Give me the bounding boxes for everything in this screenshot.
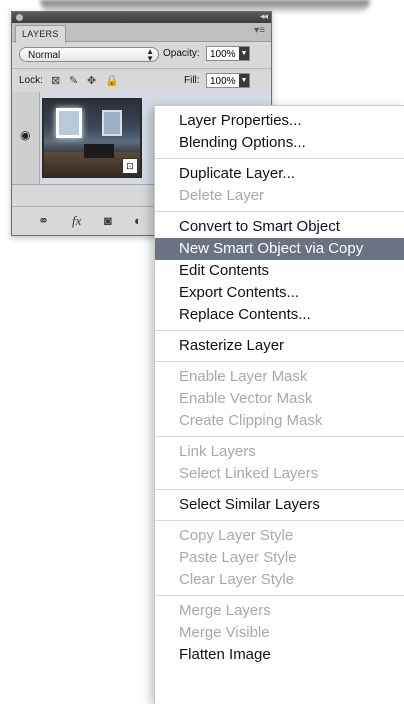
menu-group: Select Similar Layers bbox=[155, 490, 404, 521]
menu-group: Link Layers Select Linked Layers bbox=[155, 437, 404, 490]
fx-icon[interactable]: fx bbox=[72, 213, 81, 229]
opacity-dropdown-icon[interactable]: ▼ bbox=[239, 47, 249, 60]
menu-group: Copy Layer Style Paste Layer Style Clear… bbox=[155, 521, 404, 596]
layer-thumbnail[interactable]: ⊡ bbox=[42, 98, 142, 178]
adjustment-icon[interactable]: ◐ bbox=[134, 213, 142, 228]
menu-item-duplicate-layer[interactable]: Duplicate Layer... bbox=[155, 163, 404, 185]
checkerboard-icon[interactable]: ⊠ bbox=[51, 74, 60, 87]
padlock-icon[interactable]: 🔒 bbox=[105, 74, 119, 87]
opacity-label: Opacity: bbox=[163, 48, 200, 59]
menu-item-merge-visible: Merge Visible bbox=[179, 624, 270, 641]
menu-item-link-layers: Link Layers bbox=[179, 443, 256, 460]
opacity-value: 100% bbox=[210, 49, 236, 60]
brush-icon[interactable]: ✎ bbox=[69, 74, 78, 87]
menu-item-delete-layer: Delete Layer bbox=[179, 187, 265, 204]
thumbnail-window-2 bbox=[102, 110, 122, 136]
mask-icon[interactable]: ◙ bbox=[104, 213, 112, 228]
menu-group: Duplicate Layer... Delete Layer bbox=[155, 159, 404, 212]
menu-group: Rasterize Layer bbox=[155, 331, 404, 362]
panel-tab-row: LAYERS ▾≡ bbox=[12, 23, 271, 43]
menu-item-blending-options[interactable]: Blending Options... bbox=[155, 132, 404, 154]
menu-item-clear-layer-style: Clear Layer Style bbox=[179, 571, 295, 588]
opacity-field[interactable]: 100% ▼ bbox=[206, 46, 250, 61]
fill-value: 100% bbox=[210, 76, 236, 87]
close-dot-icon[interactable] bbox=[16, 14, 23, 21]
menu-group: Enable Layer Mask Enable Vector Mask Cre… bbox=[155, 362, 404, 437]
move-icon[interactable]: ✥ bbox=[87, 74, 96, 87]
menu-group: Layer Properties... Blending Options... bbox=[155, 106, 404, 159]
tab-layers[interactable]: LAYERS bbox=[15, 25, 66, 43]
menu-item-new-smart-object-via-copy[interactable]: New Smart Object via Copy bbox=[155, 238, 404, 260]
menu-item-paste-layer-style: Paste Layer Style bbox=[179, 549, 297, 566]
visibility-toggle[interactable]: ◉ bbox=[12, 92, 40, 184]
collapse-icon[interactable]: ◂◂ bbox=[260, 11, 268, 22]
menu-item-export-contents[interactable]: Export Contents... bbox=[155, 282, 404, 304]
panel-title-bar[interactable]: ◂◂ bbox=[12, 11, 271, 23]
blend-mode-select[interactable]: Normal ▲ ▼ bbox=[19, 47, 159, 63]
lock-fill-row: Lock: ⊠ ✎ ✥ 🔒 Fill: 100% ▼ bbox=[12, 69, 271, 94]
menu-item-edit-contents[interactable]: Edit Contents bbox=[155, 260, 404, 282]
menu-item-enable-layer-mask: Enable Layer Mask bbox=[179, 368, 308, 385]
thumbnail-window bbox=[56, 108, 82, 138]
menu-item-rasterize-layer[interactable]: Rasterize Layer bbox=[155, 335, 404, 357]
lock-label: Lock: bbox=[19, 75, 43, 86]
menu-item-enable-vector-mask: Enable Vector Mask bbox=[179, 390, 313, 407]
panel-menu-icon[interactable]: ▾≡ bbox=[254, 25, 265, 36]
menu-item-select-linked-layers: Select Linked Layers bbox=[179, 465, 319, 482]
menu-item-flatten-image[interactable]: Flatten Image bbox=[155, 644, 404, 666]
menu-group: Merge Layers Merge Visible Flatten Image bbox=[155, 596, 404, 670]
menu-item-select-similar-layers[interactable]: Select Similar Layers bbox=[155, 494, 404, 516]
menu-item-convert-to-smart-object[interactable]: Convert to Smart Object bbox=[155, 216, 404, 238]
eye-icon: ◉ bbox=[20, 128, 31, 142]
fill-field[interactable]: 100% ▼ bbox=[206, 73, 250, 88]
menu-item-layer-properties[interactable]: Layer Properties... bbox=[155, 110, 404, 132]
thumbnail-sofa bbox=[84, 144, 114, 158]
link-icon[interactable]: ⚭ bbox=[38, 213, 49, 229]
menu-item-create-clipping-mask: Create Clipping Mask bbox=[179, 412, 323, 429]
menu-group: Convert to Smart Object New Smart Object… bbox=[155, 212, 404, 331]
menu-item-replace-contents[interactable]: Replace Contents... bbox=[155, 304, 404, 326]
select-arrows-icon: ▲ ▼ bbox=[146, 47, 154, 63]
layer-context-menu: Layer Properties... Blending Options... … bbox=[154, 105, 404, 704]
fill-dropdown-icon[interactable]: ▼ bbox=[239, 74, 249, 87]
menu-item-merge-layers: Merge Layers bbox=[179, 602, 271, 619]
menu-item-copy-layer-style: Copy Layer Style bbox=[179, 527, 294, 544]
blend-opacity-row: Normal ▲ ▼ Opacity: 100% ▼ bbox=[12, 42, 271, 69]
fill-label: Fill: bbox=[184, 75, 200, 86]
smart-object-badge-icon: ⊡ bbox=[122, 158, 138, 174]
blend-mode-value: Normal bbox=[28, 50, 61, 61]
